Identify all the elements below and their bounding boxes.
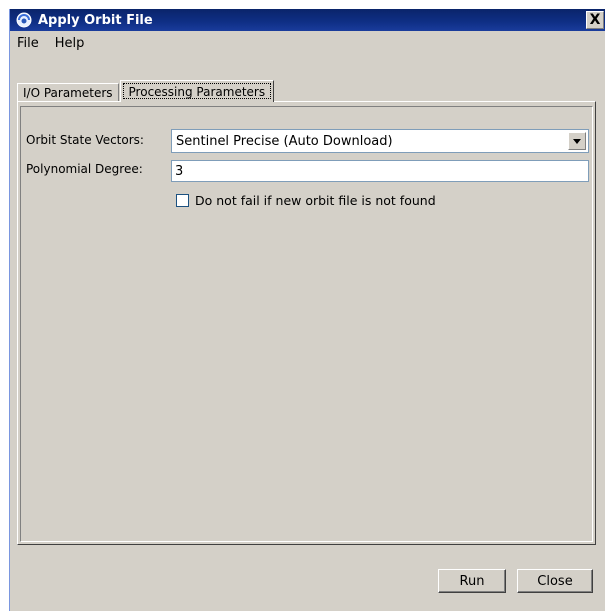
no-fail-checkbox-row[interactable]: Do not fail if new orbit file is not fou… [176,193,436,208]
title-bar[interactable]: Apply Orbit File X [10,9,605,31]
run-button[interactable]: Run [438,569,506,593]
orbit-label-row: Orbit State Vectors: [26,133,144,147]
orbit-state-vectors-select[interactable]: Sentinel Precise (Auto Download) [171,129,589,153]
tab-processing-parameters[interactable]: Processing Parameters [119,80,275,102]
orbit-state-vectors-label: Orbit State Vectors: [26,133,144,147]
poly-label-row: Polynomial Degree: [26,162,143,176]
menu-help[interactable]: Help [47,36,93,51]
polynomial-degree-field[interactable]: 3 [171,160,589,182]
apply-orbit-file-window: Apply Orbit File X File Help I/O Paramet… [9,9,605,611]
polynomial-degree-label: Polynomial Degree: [26,162,143,176]
close-window-button[interactable]: X [586,11,604,29]
no-fail-label: Do not fail if new orbit file is not fou… [195,193,436,208]
chevron-down-icon[interactable] [568,132,586,150]
snap-app-icon [16,12,32,28]
tab-io-parameters[interactable]: I/O Parameters [17,83,119,102]
window-title: Apply Orbit File [38,12,153,28]
menu-bar: File Help [10,31,605,55]
no-fail-checkbox[interactable] [176,194,189,207]
close-button[interactable]: Close [517,569,593,593]
menu-file[interactable]: File [10,36,47,51]
orbit-state-vectors-value: Sentinel Precise (Auto Download) [176,133,393,149]
tab-strip: I/O Parameters Processing Parameters [17,80,275,102]
close-icon: X [589,12,601,28]
